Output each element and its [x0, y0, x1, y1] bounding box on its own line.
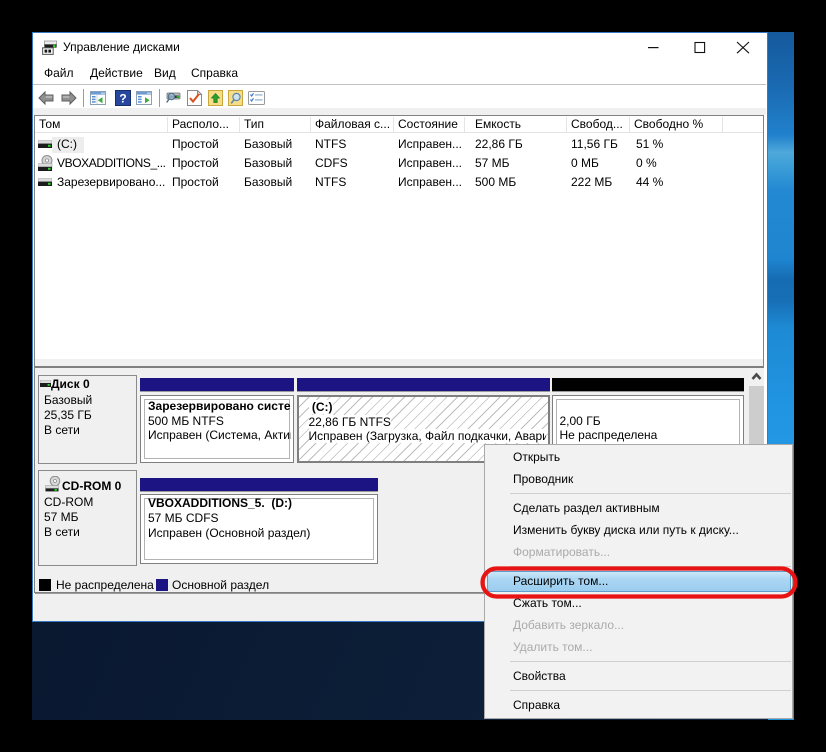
svg-text:?: ?: [119, 92, 126, 106]
